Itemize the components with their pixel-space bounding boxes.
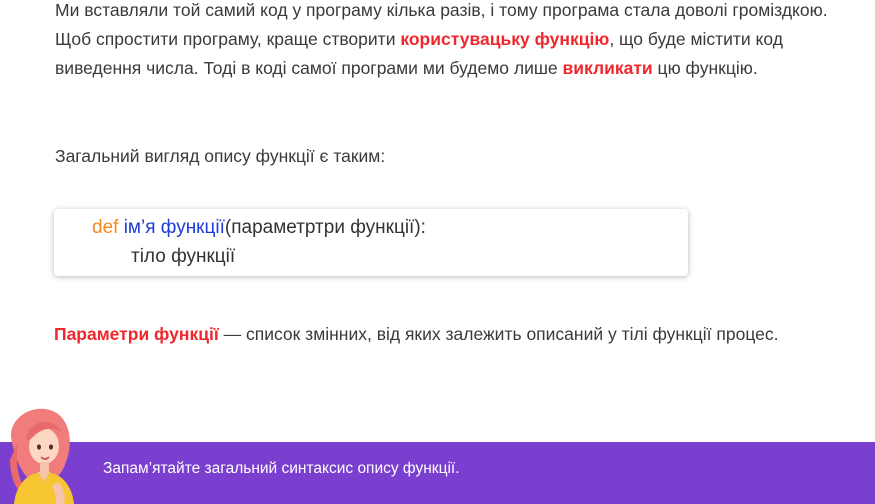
- code-parameters: (параметртри функції):: [224, 217, 426, 238]
- highlight-parameters: Параметри функції: [54, 324, 219, 344]
- code-line-body: тіло функції: [131, 246, 236, 267]
- intro-paragraph: Ми вставляли той самий код у програму кі…: [55, 0, 845, 83]
- tip-banner-text: Запам’ятайте загальний синтаксис опису ф…: [103, 460, 460, 477]
- code-keyword-def: def: [92, 217, 119, 238]
- highlight-custom-function: користувацьку функцію: [400, 29, 610, 49]
- intro-text-c: цю функцію.: [652, 58, 758, 78]
- tip-banner: Запам’ятайте загальний синтаксис опису ф…: [0, 442, 875, 504]
- parameters-paragraph: Параметри функції — список змінних, від …: [54, 320, 779, 349]
- parameters-text: — список змінних, від яких залежить опис…: [218, 324, 779, 344]
- girl-avatar-illustration: [10, 408, 74, 504]
- syntax-intro-paragraph: Загальний вигляд опису функції є таким:: [55, 146, 386, 166]
- code-line-def: def ім’я функції(параметртри функції):: [92, 217, 426, 239]
- highlight-call: викликати: [562, 58, 653, 78]
- code-example-box: def ім’я функції(параметртри функції): т…: [54, 209, 688, 276]
- code-function-name: ім’я функції: [123, 217, 225, 238]
